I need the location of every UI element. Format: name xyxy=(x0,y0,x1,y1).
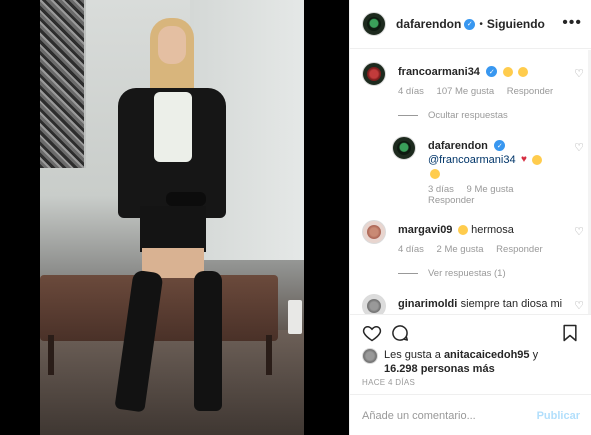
comment-input[interactable]: Añade un comentario... xyxy=(362,410,476,422)
post-comment-button[interactable]: Publicar xyxy=(537,410,580,422)
reply-likes-count[interactable]: 9 Me gusta xyxy=(467,184,514,195)
emoji-smile-icon xyxy=(457,224,468,235)
separator: • xyxy=(479,18,483,30)
reply-avatar[interactable] xyxy=(392,136,416,160)
heart-icon[interactable]: ♡ xyxy=(574,225,584,238)
bookmark-icon[interactable] xyxy=(560,323,580,343)
comment-text: siempre tan diosa mi xyxy=(460,298,563,310)
heart-icon[interactable]: ♡ xyxy=(574,141,584,154)
boot-left xyxy=(114,269,164,413)
emoji-scream-icon xyxy=(517,66,528,77)
view-replies-toggle[interactable]: Ver respuestas (1) xyxy=(398,268,506,279)
emoji-heart-eyes-icon xyxy=(502,66,513,77)
shirt xyxy=(154,92,192,162)
likes-count[interactable]: 16.298 personas más xyxy=(384,363,495,375)
reply-link[interactable]: Responder xyxy=(507,86,553,97)
heart-icon[interactable] xyxy=(362,323,382,343)
reply-age: 3 días xyxy=(428,184,454,195)
verified-icon: ✓ xyxy=(464,18,476,30)
emoji-face-icon xyxy=(430,168,440,179)
comment-meta: 4 días 2 Me gusta Responder xyxy=(398,244,566,255)
post-header: dafarendon ✓ • Siguiendo ••• xyxy=(350,0,591,49)
person-figure xyxy=(104,6,234,416)
liker-avatar[interactable] xyxy=(362,348,378,364)
wall-artwork xyxy=(40,0,86,168)
comment-username[interactable]: ginarimoldi xyxy=(398,298,457,310)
comment-icon[interactable] xyxy=(390,323,410,343)
view-replies-label: Ver respuestas (1) xyxy=(428,268,506,279)
boot-right xyxy=(194,271,222,411)
more-icon[interactable]: ••• xyxy=(562,14,582,32)
commenter-avatar[interactable] xyxy=(362,294,386,314)
comments-list[interactable]: francoarmani34 ✓ 4 días 107 Me gusta Res… xyxy=(350,50,591,314)
comment-form: Añade un comentario... Publicar xyxy=(350,394,591,435)
comment-likes-count[interactable]: 2 Me gusta xyxy=(437,244,484,255)
post-timestamp[interactable]: HACE 4 DÍAS xyxy=(362,378,415,387)
comment-age: 4 días xyxy=(398,244,424,255)
liker-username[interactable]: anitacaicedoh95 xyxy=(444,349,530,361)
bench-leg xyxy=(266,335,272,375)
heart-icon[interactable]: ♡ xyxy=(574,299,584,312)
hide-replies-label: Ocultar respuestas xyxy=(428,110,508,121)
comment-meta: 4 días 107 Me gusta Responder xyxy=(398,86,566,97)
plant-pot xyxy=(288,300,302,334)
post-photo[interactable] xyxy=(40,0,304,435)
reply-meta: 3 días 9 Me gusta Responder xyxy=(428,184,566,206)
reply-link[interactable]: Responder xyxy=(496,244,542,255)
red-heart-icon: ♥ xyxy=(520,154,527,166)
comment-username[interactable]: margavi09 xyxy=(398,224,452,236)
author-username[interactable]: dafarendon xyxy=(396,17,461,31)
author-avatar[interactable] xyxy=(362,12,386,36)
post-image-area xyxy=(0,0,349,435)
divider-line xyxy=(398,272,418,274)
action-bar xyxy=(350,314,591,352)
follow-status-button[interactable]: Siguiendo xyxy=(487,17,545,31)
verified-icon: ✓ xyxy=(486,66,498,78)
commenter-avatar[interactable] xyxy=(362,220,386,244)
comment-username[interactable]: francoarmani34 xyxy=(398,66,480,78)
divider-line xyxy=(398,114,418,116)
reply-link[interactable]: Responder xyxy=(428,195,474,206)
verified-icon: ✓ xyxy=(494,140,506,152)
belt-bag xyxy=(166,192,206,206)
emoji-heart-eyes-icon xyxy=(532,154,543,165)
likes-prefix: Les gusta a xyxy=(384,349,441,361)
face xyxy=(158,26,186,64)
shorts xyxy=(140,206,206,252)
reply-mention[interactable]: @francoarmani34 xyxy=(428,154,516,166)
comment-age: 4 días xyxy=(398,86,424,97)
likes-summary: Les gusta a anitacaicedoh95 y 16.298 per… xyxy=(362,348,584,376)
comment-text: hermosa xyxy=(471,224,514,236)
reply-username[interactable]: dafarendon xyxy=(428,140,488,152)
likes-and: y xyxy=(532,349,539,361)
heart-icon[interactable]: ♡ xyxy=(574,67,584,80)
commenter-avatar[interactable] xyxy=(362,62,386,86)
hide-replies-toggle[interactable]: Ocultar respuestas xyxy=(398,110,508,121)
post-sidebar: dafarendon ✓ • Siguiendo ••• francoarman… xyxy=(349,0,591,435)
comment-likes-count[interactable]: 107 Me gusta xyxy=(437,86,495,97)
bench-leg xyxy=(48,335,54,375)
